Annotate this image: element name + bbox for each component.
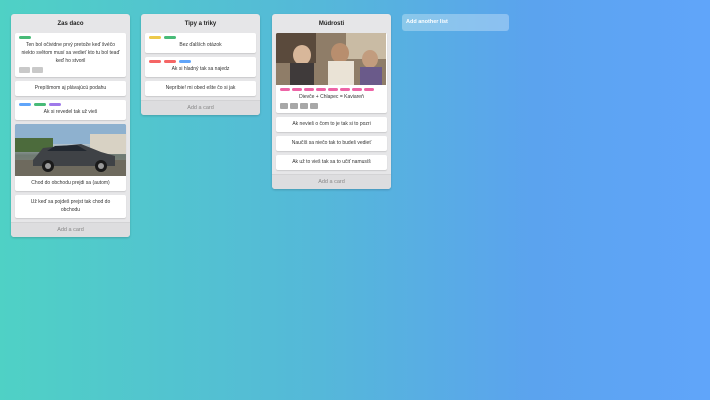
badge-icon [32,67,43,73]
card[interactable]: Ak nevieš o čom to je tak si to pozri [276,117,387,132]
card-text: Nepríbie! mi obed ešte čo si jak [165,85,236,91]
card-text: Prepíšmom aj plávajúcú podahu [34,85,107,91]
card[interactable]: Už keď sa pojdeš prejst tak chod do obch… [15,195,126,218]
card-labels [19,103,122,106]
card[interactable]: Dievče + Chlapec = Kaviareň [276,33,387,113]
label-purple[interactable] [49,103,61,106]
badge-icon [300,103,308,109]
badge-icon [290,103,298,109]
list-zas-daco: Zas daco Ten bol očividne prvý pretože k… [11,14,130,237]
card-text: Naučíš sa niečo tak to budeš vedieť [291,140,372,146]
car-photo [15,124,126,176]
label-pink[interactable] [352,88,362,91]
card[interactable]: Ak už to vieš tak sa to učiť namusíš [276,155,387,170]
badge-icon [19,67,30,73]
list-mudrosti: Múdrosti Dievče + Chlapec = Kaviareň Ak … [272,14,391,189]
label-green[interactable] [34,103,46,106]
add-card-button[interactable]: Add a card [141,100,260,115]
label-red[interactable] [149,60,161,63]
label-pink[interactable] [304,88,314,91]
label-pink[interactable] [316,88,326,91]
label-green[interactable] [164,36,176,39]
label-blue[interactable] [19,103,31,106]
list-tipy-a-triky: Tipy a triky Bez ďalších otázok Ak si hl… [141,14,260,115]
card[interactable]: Nepríbie! mi obed ešte čo si jak [145,81,256,96]
card-text: Dievče + Chlapec = Kaviareň [299,94,364,100]
label-pink[interactable] [280,88,290,91]
label-yellow[interactable] [149,36,161,39]
add-card-button[interactable]: Add a card [272,174,391,189]
card[interactable]: Ten bol očividne prvý pretože keď švéčo … [15,33,126,77]
add-card-button[interactable]: Add a card [11,222,130,237]
card-labels [149,36,252,39]
card-labels [276,85,387,91]
card[interactable]: Ak si revedel tak už vieš [15,100,126,120]
card-text: Chod do obchodu prejdi sa (autom) [31,180,110,186]
card[interactable]: Prepíšmom aj plávajúcú podahu [15,81,126,96]
card-text: Ak nevieš o čom to je tak si to pozri [292,121,371,127]
label-green[interactable] [19,36,31,39]
card-text: Ak si revedel tak už vieš [43,109,98,115]
list-title[interactable]: Zas daco [11,16,130,32]
card[interactable]: Ak si hladný tak sa najedz [145,57,256,77]
card-text: Už keď sa pojdeš prejst tak chod do obch… [30,199,111,213]
add-list-button[interactable]: Add another list [402,14,509,31]
badge-icon [310,103,318,109]
list-title[interactable]: Múdrosti [272,16,391,32]
card-text: Ak už to vieš tak sa to učiť namusíš [292,159,371,165]
card-text: Ten bol očividne prvý pretože keď švéčo … [21,42,120,64]
label-red[interactable] [164,60,176,63]
card[interactable]: Bez ďalších otázok [145,33,256,53]
card-badges [19,67,122,73]
card-text: Ak si hladný tak sa najedz [171,66,230,72]
badge-icon [280,103,288,109]
label-pink[interactable] [292,88,302,91]
card[interactable]: Naučíš sa niečo tak to budeš vedieť [276,136,387,151]
label-pink[interactable] [340,88,350,91]
card-labels [19,36,122,39]
card-text: Bez ďalších otázok [179,42,222,48]
people-illustration [276,33,386,85]
list-title[interactable]: Tipy a triky [141,16,260,32]
label-pink[interactable] [328,88,338,91]
people-photo [276,33,386,85]
card-badges [276,103,387,109]
car-illustration [15,124,126,176]
label-blue[interactable] [179,60,191,63]
card[interactable]: Chod do obchodu prejdi sa (autom) [15,124,126,191]
card-labels [149,60,252,63]
label-pink[interactable] [364,88,374,91]
